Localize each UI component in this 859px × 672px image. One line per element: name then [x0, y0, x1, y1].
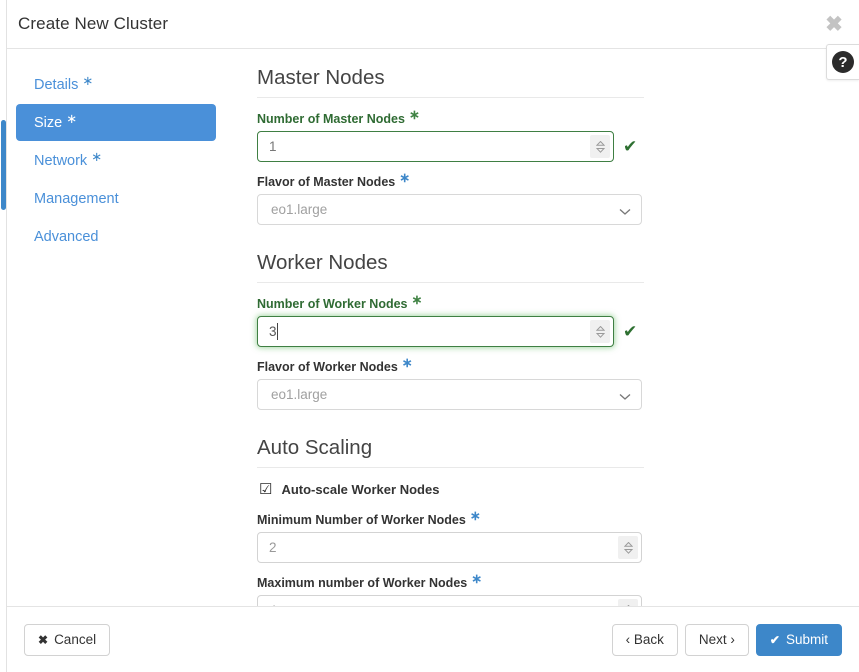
required-marker-icon: ∗ [408, 107, 420, 122]
required-marker-icon: ∗ [411, 292, 423, 307]
number-of-worker-nodes-input[interactable] [257, 316, 614, 347]
label-flavor-of-worker-nodes: Flavor of Worker Nodes ∗ [257, 356, 644, 374]
text-caret [277, 323, 278, 340]
question-mark-icon: ? [832, 51, 854, 73]
worker-nodes-stepper[interactable] [590, 320, 610, 343]
valid-check-icon: ✔ [623, 322, 638, 341]
minimum-worker-nodes-stepper[interactable] [618, 536, 638, 559]
sidebar-item-label: Details [34, 76, 79, 93]
wizard-step-nav: Details ∗ Size ∗ Network ∗ Management Ad… [7, 50, 225, 606]
dialog-body: Details ∗ Size ∗ Network ∗ Management Ad… [7, 50, 859, 606]
field-flavor-of-master-nodes: Flavor of Master Nodes ∗ eo1.large [257, 171, 644, 225]
label-text: Number of Master Nodes [257, 112, 405, 126]
required-marker-icon: ∗ [471, 571, 483, 586]
sidebar-item-label: Size [34, 114, 63, 131]
sidebar-item-size[interactable]: Size ∗ [16, 104, 216, 141]
next-button[interactable]: Next › [684, 623, 749, 656]
cancel-button[interactable]: ✖ Cancel [24, 623, 111, 656]
label-text: Flavor of Master Nodes [257, 175, 396, 189]
dialog-title: Create New Cluster [18, 14, 169, 33]
sidebar-item-advanced[interactable]: Advanced [16, 218, 216, 255]
label-maximum-worker-nodes: Maximum number of Worker Nodes ∗ [257, 572, 644, 590]
field-number-of-worker-nodes: Number of Worker Nodes∗ ✔ [257, 293, 644, 347]
back-button[interactable]: ‹ Back [611, 623, 678, 656]
close-x-icon: ✖ [38, 632, 49, 647]
cancel-button-label: Cancel [54, 632, 97, 647]
sidebar-item-details[interactable]: Details ∗ [16, 66, 216, 103]
flavor-of-worker-nodes-select[interactable]: eo1.large [257, 379, 642, 410]
field-flavor-of-worker-nodes: Flavor of Worker Nodes ∗ eo1.large [257, 356, 644, 410]
label-text: Minimum Number of Worker Nodes [257, 513, 466, 527]
select-value: eo1.large [271, 202, 328, 217]
minimum-worker-nodes-input[interactable] [257, 532, 642, 563]
label-flavor-of-master-nodes: Flavor of Master Nodes ∗ [257, 171, 644, 189]
sidebar-item-label: Management [34, 190, 119, 207]
checkbox-checked-icon: ☑ [259, 481, 273, 498]
master-nodes-stepper[interactable] [590, 135, 610, 158]
next-button-label: Next › [698, 632, 735, 647]
required-marker-icon: ∗ [66, 111, 78, 126]
dialog-footer: ✖ Cancel ‹ Back Next › ✔ Submit [7, 606, 859, 672]
required-marker-icon: ∗ [469, 508, 481, 523]
field-minimum-worker-nodes: Minimum Number of Worker Nodes ∗ [257, 509, 644, 563]
dialog-titlebar: Create New Cluster ✖ [7, 0, 859, 49]
scrollbar-thumb[interactable] [1, 120, 6, 210]
submit-button[interactable]: ✔ Submit [755, 623, 842, 656]
close-icon[interactable]: ✖ [821, 11, 847, 37]
page-scrollbar[interactable] [0, 0, 7, 672]
field-maximum-worker-nodes: Maximum number of Worker Nodes ∗ [257, 572, 644, 606]
submit-button-label: Submit [785, 632, 828, 647]
check-icon: ✔ [769, 632, 780, 647]
section-heading-master-nodes: Master Nodes [257, 66, 644, 98]
flavor-of-master-nodes-select[interactable]: eo1.large [257, 194, 642, 225]
auto-scale-worker-nodes-checkbox[interactable]: ☑ Auto-scale Worker Nodes [259, 482, 644, 497]
label-text: Flavor of Worker Nodes [257, 360, 398, 374]
checkbox-label: Auto-scale Worker Nodes [281, 482, 440, 497]
required-marker-icon: ∗ [82, 73, 94, 88]
label-minimum-worker-nodes: Minimum Number of Worker Nodes ∗ [257, 509, 644, 527]
required-marker-icon: ∗ [399, 170, 411, 185]
size-step-form: Master Nodes Number of Master Nodes ∗ 1 … [225, 50, 859, 606]
label-number-of-worker-nodes: Number of Worker Nodes ∗ [257, 293, 644, 311]
field-number-of-master-nodes: Number of Master Nodes∗ ✔ [257, 108, 644, 162]
section-heading-worker-nodes: Worker Nodes [257, 251, 644, 283]
label-text: Number of Worker Nodes [257, 297, 408, 311]
back-button-label: ‹ Back [625, 632, 664, 647]
maximum-worker-nodes-stepper[interactable] [618, 599, 638, 606]
sidebar-item-label: Advanced [34, 228, 99, 245]
label-text: Maximum number of Worker Nodes [257, 576, 468, 590]
label-number-of-master-nodes: Number of Master Nodes ∗ [257, 108, 644, 126]
required-marker-icon: ∗ [401, 355, 413, 370]
number-of-master-nodes-input[interactable] [257, 131, 614, 162]
sidebar-item-network[interactable]: Network ∗ [16, 142, 216, 179]
create-cluster-dialog: Create New Cluster ✖ ? Details ∗ Size ∗ … [0, 0, 859, 672]
sidebar-item-management[interactable]: Management [16, 180, 216, 217]
sidebar-item-label: Network [34, 152, 88, 169]
section-heading-auto-scaling: Auto Scaling [257, 436, 644, 468]
select-value: eo1.large [271, 387, 328, 402]
required-marker-icon: ∗ [91, 149, 103, 164]
valid-check-icon: ✔ [623, 137, 638, 156]
help-button[interactable]: ? [826, 44, 859, 80]
maximum-worker-nodes-input[interactable] [257, 595, 642, 606]
